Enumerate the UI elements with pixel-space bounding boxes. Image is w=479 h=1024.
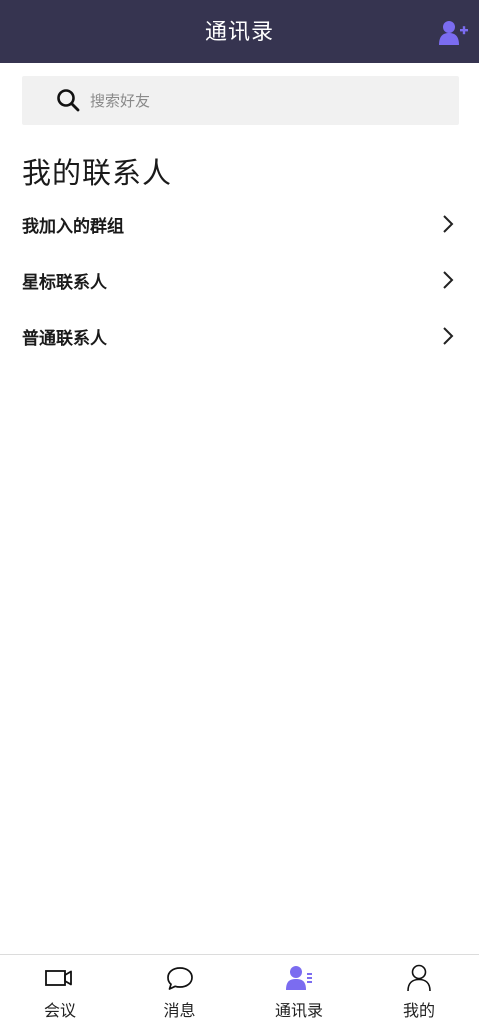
tab-label: 消息 [163,1001,196,1020]
list-item-joined-groups[interactable]: 我加入的群组 [0,196,479,252]
video-camera-icon [45,970,72,986]
tab-label: 通讯录 [274,1001,323,1020]
tab-label: 我的 [402,1001,435,1020]
search-input[interactable] [90,76,450,125]
contacts-list: 我加入的群组 星标联系人 普通联系人 [0,196,479,364]
search-icon [57,89,80,112]
tab-contacts[interactable]: 通讯录 [239,955,359,1024]
list-item-label: 星标联系人 [22,273,107,293]
section-title: 我的联系人 [22,156,173,190]
chevron-right-icon [443,215,454,233]
list-item-regular-contacts[interactable]: 普通联系人 [0,308,479,364]
person-icon [407,964,431,992]
top-header: 通讯录 [0,0,479,63]
contacts-icon [286,966,312,990]
list-item-label: 普通联系人 [22,329,107,349]
chat-bubble-icon [166,967,193,990]
tab-label: 会议 [43,1001,76,1020]
add-contact-button[interactable] [439,20,469,46]
bottom-tab-bar: 会议 消息 通讯录 我的 [0,954,479,1024]
app-root: 通讯录 我的联系人 我加入的群组 星标联系人 [0,0,479,1024]
list-item-starred-contacts[interactable]: 星标联系人 [0,252,479,308]
chevron-right-icon [443,327,454,345]
add-user-icon [439,21,468,45]
tab-meeting[interactable]: 会议 [0,955,120,1024]
tab-messages[interactable]: 消息 [120,955,239,1024]
chevron-right-icon [443,271,454,289]
list-item-label: 我加入的群组 [22,217,124,237]
search-bar [22,76,459,125]
tab-mine[interactable]: 我的 [359,955,479,1024]
page-title: 通讯录 [204,20,274,45]
